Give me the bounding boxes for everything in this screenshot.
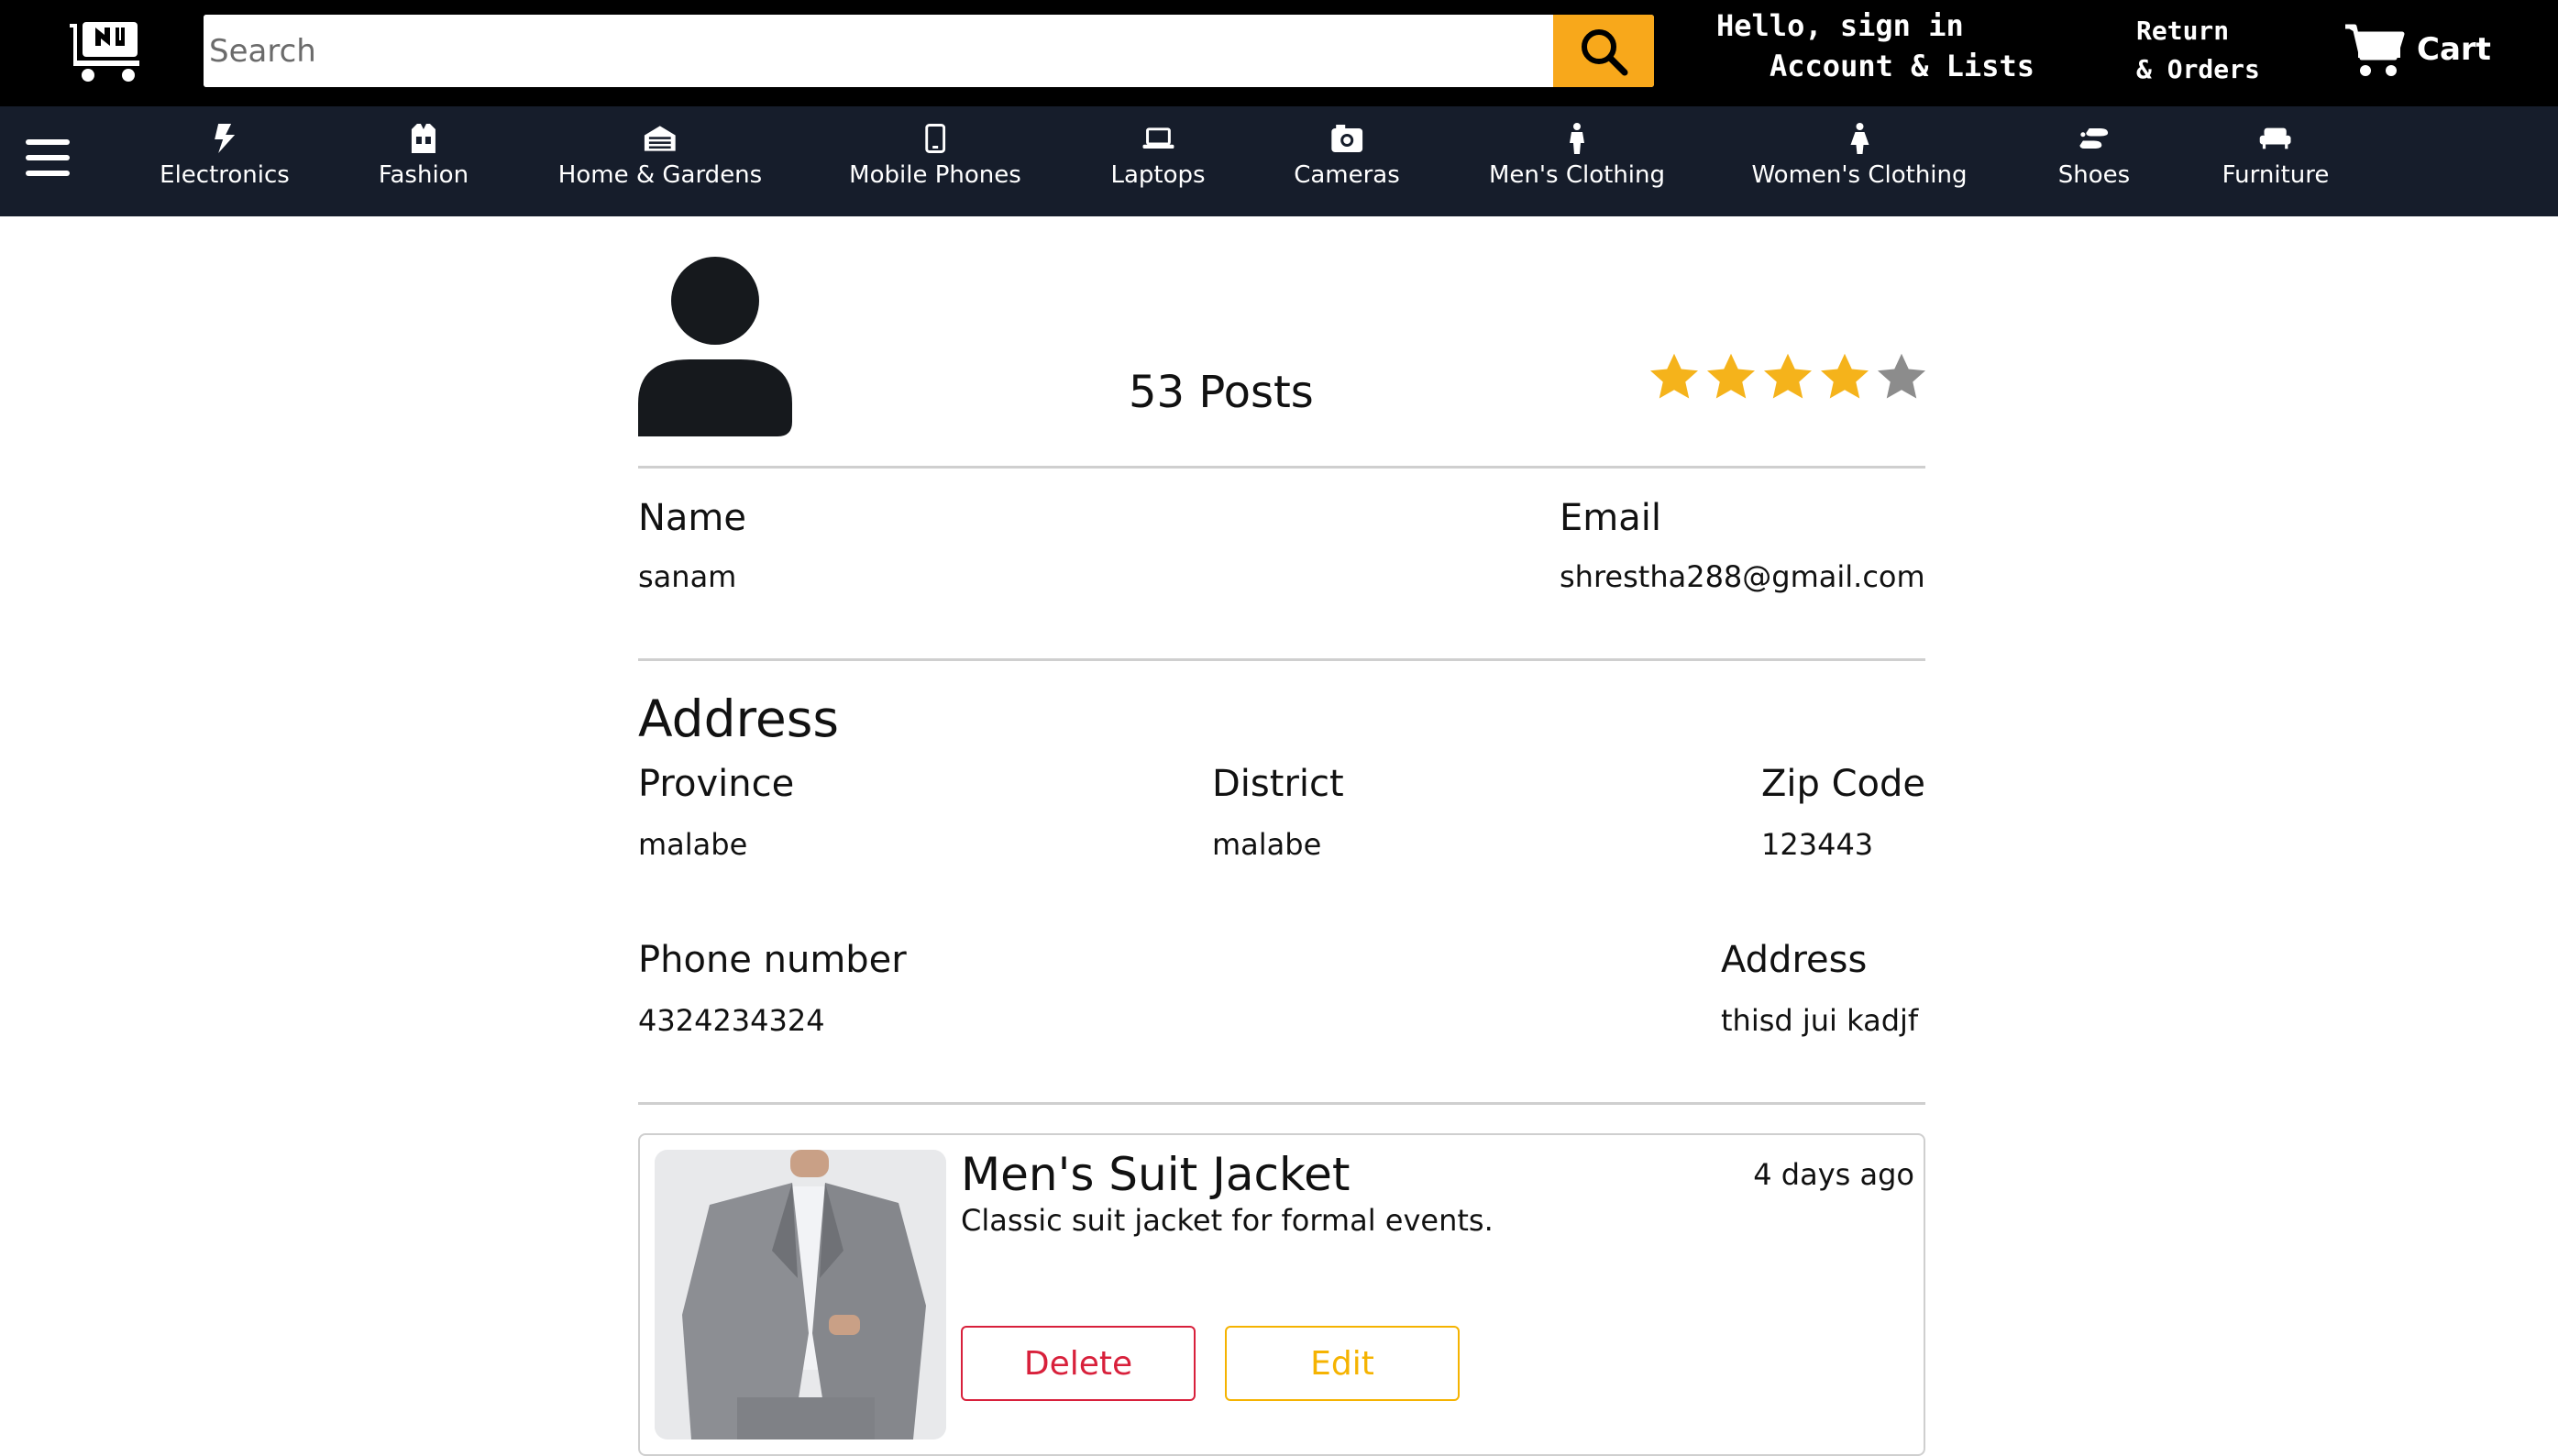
divider bbox=[638, 1102, 1925, 1105]
category-label: Electronics bbox=[160, 161, 290, 189]
edit-button[interactable]: Edit bbox=[1225, 1326, 1460, 1401]
menu-hamburger-icon[interactable] bbox=[26, 139, 70, 180]
woman-icon bbox=[1844, 123, 1875, 154]
category-label: Shoes bbox=[2057, 161, 2131, 189]
posts-count: 53 Posts bbox=[1129, 367, 1314, 418]
province-label: Province bbox=[638, 763, 795, 805]
camera-icon bbox=[1330, 123, 1362, 154]
divider bbox=[638, 658, 1925, 661]
suit-jacket-image bbox=[655, 1150, 946, 1439]
orders-link[interactable]: & Orders bbox=[2136, 51, 2260, 88]
mobile-icon bbox=[920, 123, 951, 154]
category-home-gardens[interactable]: Home & Gardens bbox=[558, 123, 762, 202]
star-empty-icon bbox=[1878, 353, 1925, 399]
user-avatar-icon bbox=[638, 257, 792, 436]
post-card: Men's Suit Jacket 4 days ago Classic sui… bbox=[638, 1133, 1925, 1456]
clothing-icon bbox=[408, 123, 439, 154]
category-fashion[interactable]: Fashion bbox=[379, 123, 469, 202]
delete-button[interactable]: Delete bbox=[961, 1326, 1196, 1401]
category-label: Home & Gardens bbox=[557, 161, 763, 189]
cart-button[interactable]: Cart bbox=[2343, 20, 2491, 79]
cart-label: Cart bbox=[2417, 31, 2491, 68]
search-bar bbox=[204, 15, 1654, 87]
star-filled-icon bbox=[1707, 353, 1755, 399]
category-label: Fashion bbox=[378, 161, 469, 189]
post-image[interactable] bbox=[655, 1150, 946, 1439]
category-nav: Electronics Fashion Home & Gardens Mobil… bbox=[0, 106, 2558, 216]
cart-icon bbox=[2345, 24, 2405, 76]
rating-stars bbox=[1647, 350, 1929, 405]
star-filled-icon bbox=[1650, 353, 1698, 399]
category-womens-clothing[interactable]: Women's Clothing bbox=[1751, 123, 1968, 202]
divider bbox=[638, 466, 1925, 469]
email-label: Email bbox=[1560, 497, 1661, 539]
category-label: Men's Clothing bbox=[1488, 161, 1666, 189]
category-shoes[interactable]: Shoes bbox=[2058, 123, 2130, 202]
post-timestamp: 4 days ago bbox=[1753, 1157, 1914, 1192]
province-value: malabe bbox=[638, 827, 748, 862]
house-icon bbox=[644, 123, 676, 154]
category-label: Mobile Phones bbox=[849, 161, 1021, 189]
couch-icon bbox=[2259, 123, 2291, 154]
district-value: malabe bbox=[1212, 827, 1322, 862]
category-laptops[interactable]: Laptops bbox=[1110, 123, 1206, 202]
address-value: thisd jui kadjf bbox=[1721, 1003, 1919, 1038]
category-furniture[interactable]: Furniture bbox=[2222, 123, 2330, 202]
bolt-icon bbox=[209, 123, 240, 154]
search-button[interactable] bbox=[1553, 15, 1654, 87]
search-input[interactable] bbox=[204, 15, 1553, 87]
category-mens-clothing[interactable]: Men's Clothing bbox=[1489, 123, 1665, 202]
name-value: sanam bbox=[638, 559, 737, 594]
account-lists-link[interactable]: Account & Lists bbox=[1770, 46, 2034, 86]
category-mobile-phones[interactable]: Mobile Phones bbox=[849, 123, 1021, 202]
top-header: Hello, sign in Account & Lists Return & … bbox=[0, 0, 2558, 106]
phone-value: 4324234324 bbox=[638, 1003, 825, 1038]
returns-link[interactable]: Return bbox=[2136, 13, 2229, 50]
district-label: District bbox=[1212, 763, 1344, 805]
zip-code-label: Zip Code bbox=[1761, 763, 1926, 805]
profile-content: 53 Posts Name sanam Email shrestha288@gm… bbox=[638, 216, 1925, 1456]
address-section-title: Address bbox=[638, 689, 840, 748]
name-label: Name bbox=[638, 497, 747, 539]
star-filled-icon bbox=[1764, 353, 1812, 399]
email-value: shrestha288@gmail.com bbox=[1560, 559, 1925, 594]
sign-in-greeting[interactable]: Hello, sign in bbox=[1716, 4, 1964, 48]
post-description: Classic suit jacket for formal events. bbox=[961, 1203, 1494, 1238]
laptop-icon bbox=[1141, 123, 1174, 154]
post-title[interactable]: Men's Suit Jacket bbox=[961, 1148, 1351, 1201]
address-label: Address bbox=[1721, 939, 1868, 981]
phone-label: Phone number bbox=[638, 939, 907, 981]
zip-code-value: 123443 bbox=[1761, 827, 1874, 862]
category-label: Women's Clothing bbox=[1751, 161, 1968, 189]
man-icon bbox=[1561, 123, 1593, 154]
search-icon bbox=[1582, 28, 1628, 75]
category-electronics[interactable]: Electronics bbox=[160, 123, 290, 202]
category-label: Cameras bbox=[1294, 161, 1400, 189]
shoe-icon bbox=[2078, 123, 2110, 154]
category-label: Furniture bbox=[2222, 161, 2330, 189]
category-cameras[interactable]: Cameras bbox=[1294, 123, 1400, 202]
category-label: Laptops bbox=[1110, 161, 1206, 189]
store-logo-icon[interactable] bbox=[68, 18, 145, 83]
star-filled-icon bbox=[1821, 353, 1869, 399]
